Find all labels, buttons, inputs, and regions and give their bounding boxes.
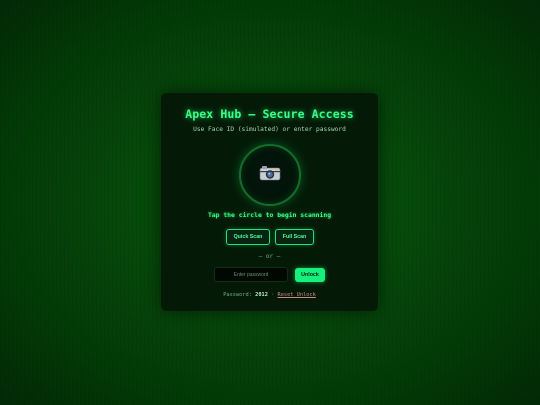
footer-separator: · [271, 292, 275, 298]
page-subtitle: Use Face ID (simulated) or enter passwor… [193, 126, 346, 133]
password-hint-footer: Password: 2012 · Reset Unlock [161, 292, 378, 298]
password-placeholder: Enter password [233, 272, 269, 278]
camera-icon [259, 166, 281, 181]
quick-scan-button[interactable]: Quick Scan [226, 229, 270, 245]
password-hint-label: Password: [223, 292, 252, 298]
full-scan-button[interactable]: Full Scan [275, 229, 314, 245]
password-hint-value: 2012 [255, 292, 268, 298]
page-title: Apex Hub — Secure Access [185, 107, 354, 121]
face-id-scan-circle[interactable] [239, 144, 301, 206]
scan-hint: Tap the circle to begin scanning [207, 211, 332, 219]
unlock-button[interactable]: Unlock [295, 268, 325, 282]
login-card: Apex Hub — Secure Access Use Face ID (si… [161, 93, 378, 311]
reset-unlock-link[interactable]: Reset Unlock [278, 292, 316, 298]
password-field[interactable]: Enter password [214, 267, 288, 282]
or-divider: — or — [258, 253, 281, 260]
